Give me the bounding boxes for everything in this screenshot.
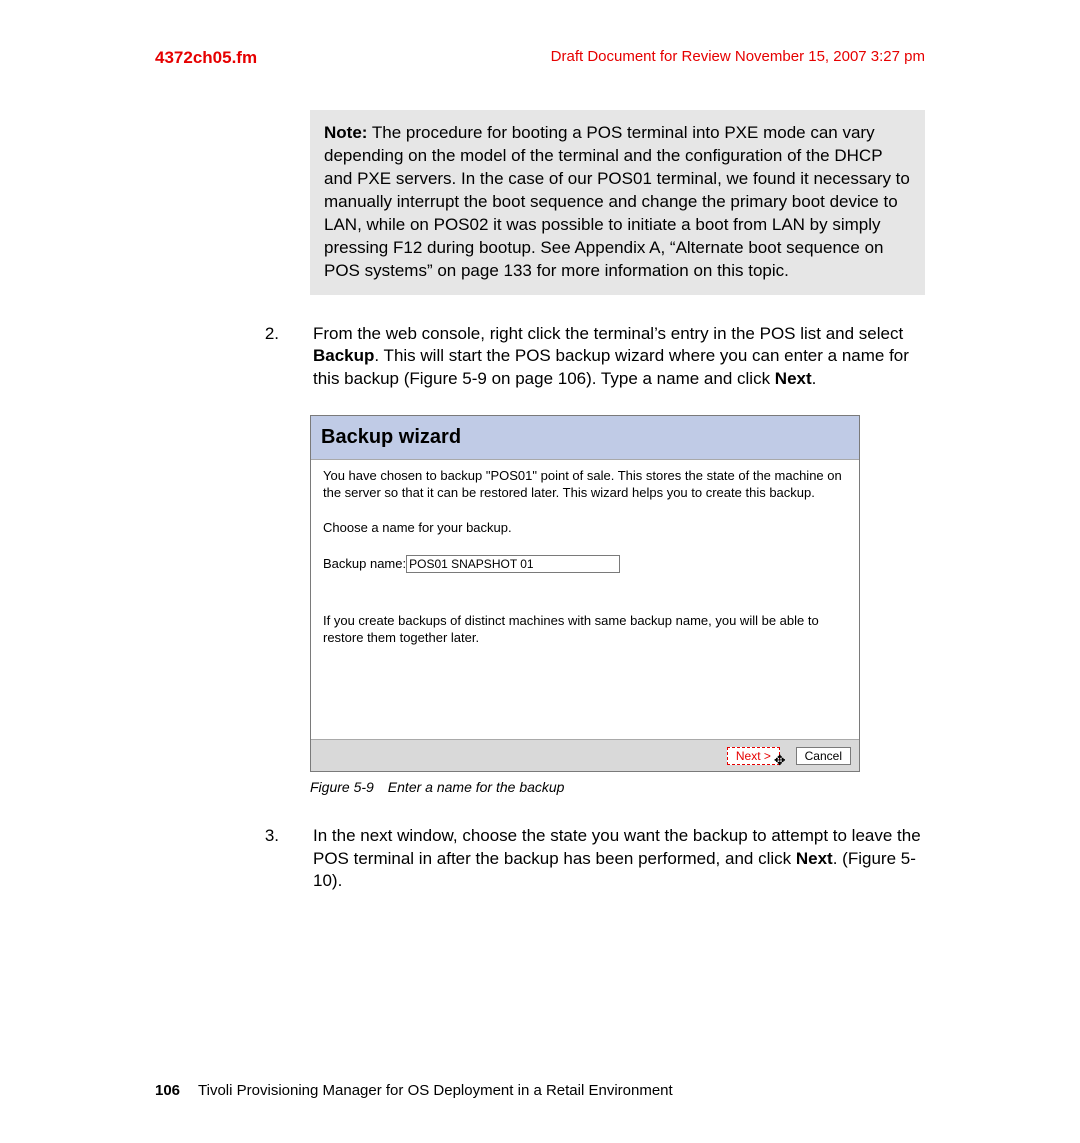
cursor-icon: ✥ [774,752,786,768]
wizard-choose-text: Choose a name for your backup. [323,520,847,537]
header-filename: 4372ch05.fm [155,47,257,70]
list-marker-3: 3. [257,825,279,848]
page-header: 4372ch05.fm Draft Document for Review No… [155,47,925,70]
wizard-intro-text: You have chosen to backup "POS01" point … [323,468,847,502]
book-title: Tivoli Provisioning Manager for OS Deplo… [198,1082,673,1099]
step2-bold-backup: Backup [313,346,374,365]
note-box: Note: The procedure for booting a POS te… [310,110,925,295]
step-3: 3. In the next window, choose the state … [285,825,925,894]
note-label: Note: [324,123,367,142]
list-marker-2: 2. [257,323,279,346]
step-2: 2. From the web console, right click the… [285,323,925,392]
step3-bold-next: Next [796,849,833,868]
header-draft-info: Draft Document for Review November 15, 2… [551,47,925,67]
page-number: 106 [155,1082,180,1099]
next-button[interactable]: Next > [727,747,780,765]
note-text: The procedure for booting a POS terminal… [324,123,910,280]
backup-wizard-dialog: Backup wizard You have chosen to backup … [310,415,860,771]
figure-caption: Figure 5-9 Enter a name for the backup [310,778,925,797]
step2-bold-next: Next [775,369,812,388]
backup-name-label: Backup name: [323,556,406,571]
backup-name-input[interactable] [406,555,620,573]
step2-text-c: . [812,369,817,388]
wizard-footer: Next >✥ Cancel [311,739,859,771]
page-footer: 106 Tivoli Provisioning Manager for OS De… [155,1081,925,1101]
cancel-button[interactable]: Cancel [796,747,851,765]
step2-text-b: . This will start the POS backup wizard … [313,346,909,388]
step2-text-a: From the web console, right click the te… [313,324,903,343]
wizard-title: Backup wizard [311,416,859,460]
wizard-tip-text: If you create backups of distinct machin… [323,613,847,647]
